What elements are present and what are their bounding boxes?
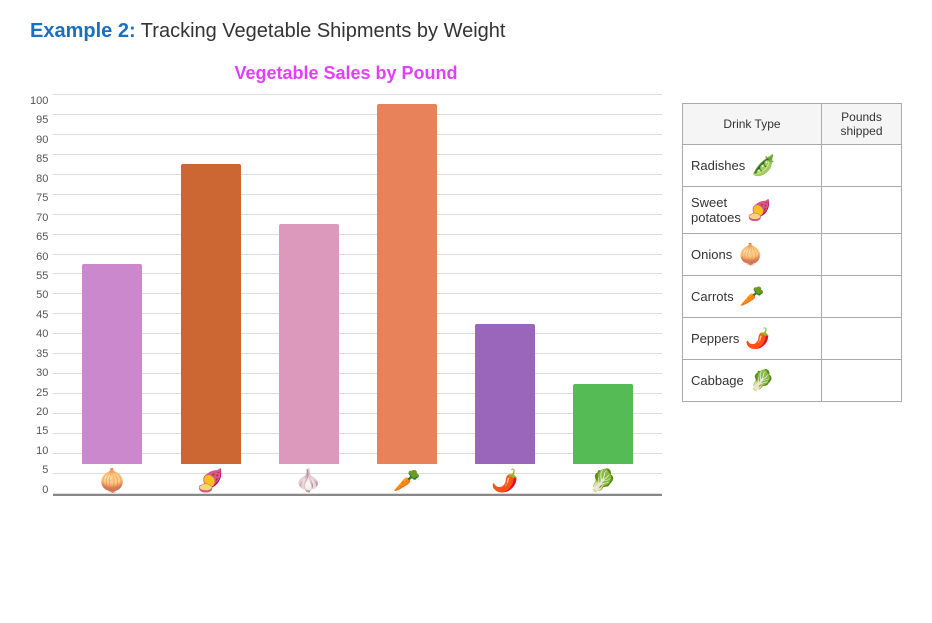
y-axis-label: 60 — [36, 252, 48, 263]
y-axis-label: 40 — [36, 329, 48, 340]
title-rest: Tracking Vegetable Shipments by Weight — [136, 20, 506, 42]
y-axis-label: 55 — [36, 271, 48, 282]
veg-name: Onions — [691, 247, 732, 262]
bar-peppers — [475, 324, 535, 464]
y-axis-label: 0 — [42, 485, 48, 496]
col2-header: Pounds shipped — [822, 104, 902, 145]
bar-icon: 🍠 — [197, 468, 224, 494]
veg-table-icon: 🫛 — [751, 153, 776, 178]
veg-table-icon: 🥕 — [740, 284, 765, 309]
bar-icon: 🌶️ — [491, 468, 518, 494]
y-axis-label: 90 — [36, 135, 48, 146]
veg-name-cell: Sweet potatoes🍠 — [683, 187, 822, 234]
grid-and-bars: 🧅 🍠 🧄 🥕 🌶️ 🥬 — [53, 94, 662, 494]
y-axis-label: 10 — [36, 446, 48, 457]
page-title: Example 2: Tracking Vegetable Shipments … — [30, 20, 902, 43]
pounds-cell — [822, 360, 902, 402]
chart-title: Vegetable Sales by Pound — [234, 63, 457, 84]
bar-wrapper: 🧅 — [82, 94, 142, 494]
bar-wrapper: 🍠 — [181, 94, 241, 494]
veg-table-icon: 🍠 — [747, 198, 772, 223]
veg-table-icon: 🌶️ — [745, 326, 770, 351]
chart-body: 🧅 🍠 🧄 🥕 🌶️ 🥬 — [53, 94, 662, 496]
bar-icon: 🧄 — [295, 468, 322, 494]
table-row: Radishes 🫛 — [683, 145, 902, 187]
y-axis-label: 70 — [36, 213, 48, 224]
pounds-cell — [822, 145, 902, 187]
veg-name-cell: Onions 🧅 — [683, 234, 822, 276]
pounds-cell — [822, 276, 902, 318]
bars-row: 🧅 🍠 🧄 🥕 🌶️ 🥬 — [53, 94, 662, 494]
veg-table-icon: 🧅 — [738, 242, 763, 267]
bar-cabbage — [573, 384, 633, 464]
page-container: Example 2: Tracking Vegetable Shipments … — [0, 0, 932, 623]
chart-container: Vegetable Sales by Pound 100959085807570… — [30, 63, 662, 496]
y-axis-label: 5 — [42, 465, 48, 476]
y-axis-label: 25 — [36, 388, 48, 399]
y-axis-label: 65 — [36, 232, 48, 243]
y-axis-label: 35 — [36, 349, 48, 360]
chart-area: 1009590858075706560555045403530252015105… — [30, 94, 662, 496]
vegetable-table: Drink Type Pounds shipped Radishes 🫛 Sweet… — [682, 103, 902, 402]
y-axis-label: 50 — [36, 290, 48, 301]
content-area: Vegetable Sales by Pound 100959085807570… — [30, 63, 902, 496]
bar-wrapper: 🥕 — [377, 94, 437, 494]
y-axis: 1009590858075706560555045403530252015105… — [30, 96, 53, 496]
table-row: Onions 🧅 — [683, 234, 902, 276]
bar-carrots — [377, 104, 437, 464]
bar-garlic — [279, 224, 339, 464]
pounds-cell — [822, 318, 902, 360]
veg-name: Cabbage — [691, 373, 744, 388]
y-axis-label: 30 — [36, 368, 48, 379]
table-row: Sweet potatoes🍠 — [683, 187, 902, 234]
x-axis-line — [53, 494, 662, 496]
veg-name: Sweet potatoes — [691, 195, 741, 225]
veg-table-icon: 🥬 — [750, 368, 775, 393]
veg-name-cell: Cabbage 🥬 — [683, 360, 822, 402]
table-row: Carrots 🥕 — [683, 276, 902, 318]
y-axis-label: 75 — [36, 193, 48, 204]
veg-name-cell: Carrots 🥕 — [683, 276, 822, 318]
pounds-cell — [822, 187, 902, 234]
y-axis-label: 45 — [36, 310, 48, 321]
table-row: Cabbage 🥬 — [683, 360, 902, 402]
bar-radishes — [82, 264, 142, 464]
veg-name: Radishes — [691, 158, 745, 173]
bar-wrapper: 🧄 — [279, 94, 339, 494]
col1-header: Drink Type — [683, 104, 822, 145]
y-axis-label: 85 — [36, 154, 48, 165]
title-bold: Example 2: — [30, 20, 136, 42]
y-axis-label: 80 — [36, 174, 48, 185]
pounds-cell — [822, 234, 902, 276]
y-axis-label: 20 — [36, 407, 48, 418]
bar-sweet-potatoes — [181, 164, 241, 464]
y-axis-label: 95 — [36, 115, 48, 126]
bar-wrapper: 🌶️ — [475, 94, 535, 494]
bar-icon: 🥕 — [393, 468, 420, 494]
bar-icon: 🧅 — [99, 468, 126, 494]
bar-icon: 🥬 — [589, 468, 616, 494]
veg-name: Carrots — [691, 289, 734, 304]
bar-wrapper: 🥬 — [573, 94, 633, 494]
y-axis-label: 100 — [30, 96, 48, 107]
veg-name-cell: Radishes 🫛 — [683, 145, 822, 187]
table-container: Drink Type Pounds shipped Radishes 🫛 Sweet… — [682, 103, 902, 402]
table-row: Peppers 🌶️ — [683, 318, 902, 360]
veg-name: Peppers — [691, 331, 739, 346]
veg-name-cell: Peppers 🌶️ — [683, 318, 822, 360]
y-axis-label: 15 — [36, 426, 48, 437]
